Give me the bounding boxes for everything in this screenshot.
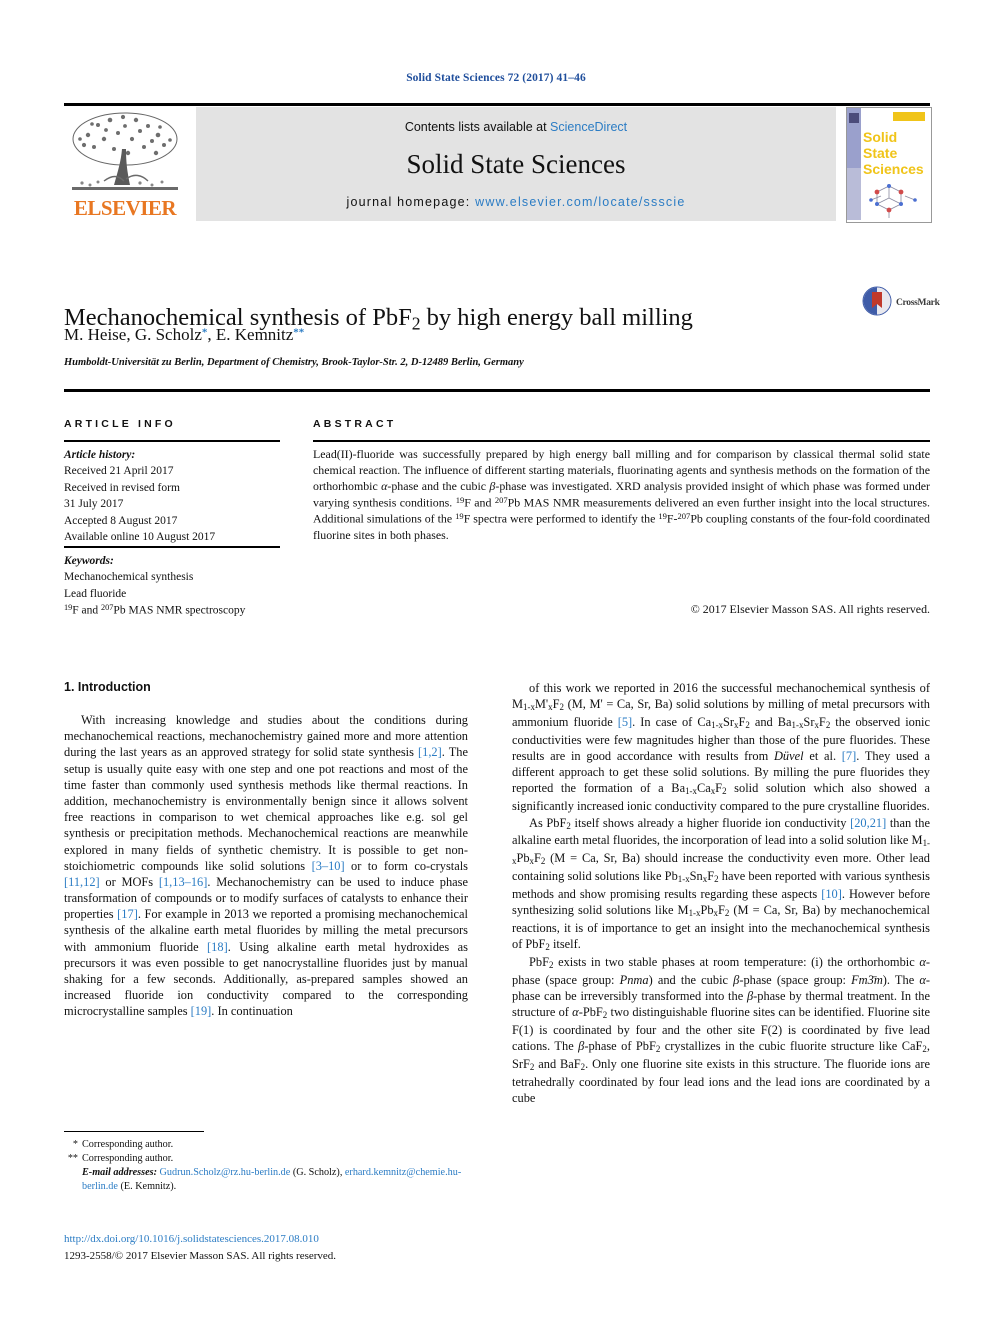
keywords-rule	[64, 546, 280, 548]
section-heading-introduction: 1. Introduction	[64, 680, 151, 694]
keywords-block: Keywords: Mechanochemical synthesis Lead …	[64, 553, 299, 619]
abstract-rule	[313, 440, 930, 442]
footnote-corresponding-2: ** Corresponding author.	[64, 1152, 468, 1166]
elsevier-wordmark: ELSEVIER	[73, 196, 177, 220]
author-list: M. Heise, G. Scholz*, E. Kemnitz**	[64, 325, 305, 344]
history-line-0: Received 21 April 2017	[64, 465, 174, 478]
journal-title: Solid State Sciences	[406, 149, 626, 179]
paragraph: PbF2 exists in two stable phases at room…	[512, 955, 931, 1106]
svg-text:State: State	[863, 145, 897, 161]
crossmark-label: CrossMark	[896, 298, 940, 308]
article-history: Article history: Received 21 April 2017 …	[64, 447, 289, 546]
journal-cover-thumbnail: Solid State Sciences	[846, 107, 932, 223]
article-info-heading: ARTICLE INFO	[64, 418, 176, 430]
body-column-right: of this work we reported in 2016 the suc…	[512, 680, 930, 1106]
keywords-list: Mechanochemical synthesis Lead fluoride 19…	[64, 571, 246, 617]
contents-available-line: Contents lists available at ScienceDirec…	[196, 120, 836, 134]
journal-homepage-line: journal homepage: www.elsevier.com/locat…	[196, 195, 836, 209]
footnote-emails: E-mail addresses: Gudrun.Scholz@rz.hu-be…	[82, 1167, 462, 1193]
svg-text:Solid: Solid	[863, 129, 897, 145]
article-info-rule	[64, 440, 280, 442]
homepage-prefix: journal homepage:	[346, 195, 476, 209]
crossmark-badge[interactable]: CrossMark	[862, 286, 940, 326]
email-name-scholz: (G. Scholz)	[292, 1167, 340, 1179]
masthead-banner: Contents lists available at ScienceDirec…	[196, 107, 836, 221]
sciencedirect-link[interactable]: ScienceDirect	[550, 120, 627, 134]
doi-link[interactable]: http://dx.doi.org/10.1016/j.solidstatesc…	[64, 1233, 494, 1245]
paragraph: of this work we reported in 2016 the suc…	[512, 681, 930, 814]
body-column-left: With increasing knowledge and studies ab…	[64, 712, 468, 1020]
journal-masthead: ELSEVIER Contents lists available at Sci…	[64, 103, 932, 223]
contents-prefix: Contents lists available at	[404, 120, 551, 134]
issn-copyright-line: 1293-2558/© 2017 Elsevier Masson SAS. Al…	[64, 1250, 337, 1262]
email-addresses-label: E-mail addresses:	[82, 1167, 157, 1179]
history-line-2: 31 July 2017	[64, 498, 124, 511]
journal-homepage-link[interactable]: www.elsevier.com/locate/ssscie	[475, 195, 685, 209]
footnote-rule	[64, 1131, 204, 1132]
email-link-scholz[interactable]: Gudrun.Scholz@rz.hu-berlin.de	[160, 1167, 291, 1178]
footnote-text: Corresponding author.	[82, 1153, 174, 1165]
elsevier-tree-icon	[72, 112, 178, 190]
abstract-copyright: © 2017 Elsevier Masson SAS. All rights r…	[690, 602, 930, 616]
email-name-kemnitz: (E. Kemnitz)	[120, 1181, 174, 1193]
history-line-3: Accepted 8 August 2017	[64, 514, 178, 527]
info-block-top-rule	[64, 389, 930, 392]
abstract-heading: ABSTRACT	[313, 418, 397, 430]
double-asterisk-icon: **	[67, 1153, 78, 1165]
crossmark-icon	[862, 286, 892, 316]
footnotes-block: * Corresponding author. ** Corresponding a…	[64, 1138, 468, 1194]
keywords-label: Keywords:	[64, 555, 114, 567]
masthead-top-rule	[64, 103, 930, 106]
footnote-text: Corresponding author.	[82, 1139, 174, 1150]
paragraph: With increasing knowledge and studies ab…	[64, 713, 469, 1019]
affiliation: Humboldt-Universität zu Berlin, Departme…	[64, 357, 524, 368]
footnote-corresponding-1: * Corresponding author.	[64, 1138, 468, 1152]
abstract-text: Lead(II)-fluoride was successfully prepa…	[313, 447, 931, 542]
article-history-label: Article history:	[64, 449, 136, 461]
cover-art-icon: Solid State Sciences	[847, 108, 929, 220]
elsevier-logo: ELSEVIER	[64, 107, 186, 221]
running-head: Solid State Sciences 72 (2017) 41–46	[406, 72, 586, 84]
history-line-4: Available online 10 August 2017	[64, 531, 216, 544]
history-line-1: Received in revised form	[64, 481, 180, 494]
svg-text:Sciences: Sciences	[863, 161, 924, 177]
paper-page: Solid State Sciences 72 (2017) 41–46 ELS…	[0, 0, 992, 1323]
paragraph: As PbF2 itself shows already a higher fl…	[512, 815, 930, 953]
asterisk-icon: *	[72, 1139, 78, 1150]
